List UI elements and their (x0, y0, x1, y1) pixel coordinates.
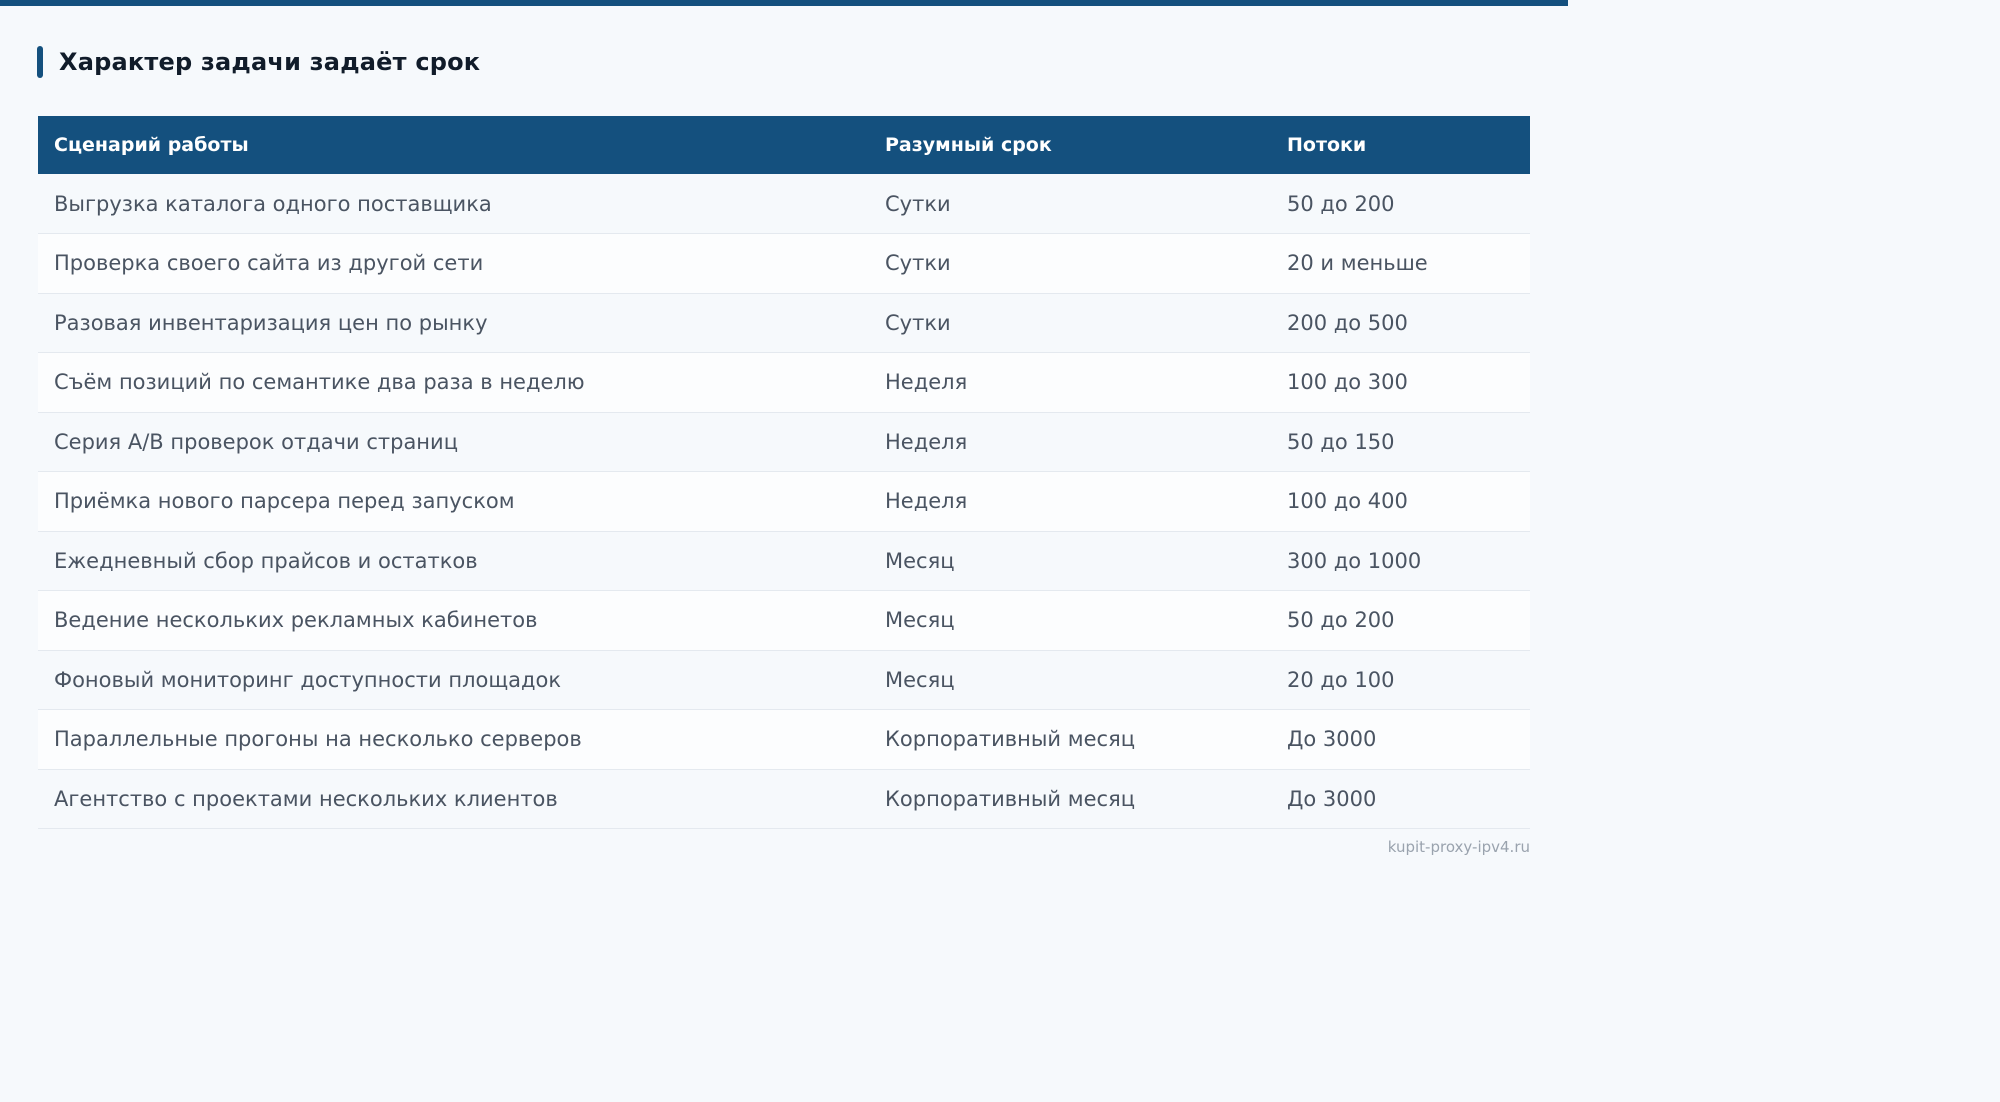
table-row: Ведение нескольких рекламных кабинетов М… (38, 591, 1530, 651)
cell-scenario: Серия A/B проверок отдачи страниц (54, 429, 458, 454)
table-row: Ежедневный сбор прайсов и остатков Месяц… (38, 531, 1530, 591)
cell-threads: 200 до 500 (1287, 310, 1408, 335)
cell-threads: 50 до 200 (1287, 191, 1395, 216)
cell-scenario: Фоновый мониторинг доступности площадок (54, 667, 562, 692)
cell-threads: До 3000 (1287, 786, 1377, 811)
cell-threads: 100 до 400 (1287, 489, 1408, 514)
cell-term: Неделя (885, 429, 968, 454)
header-scenario: Сценарий работы (54, 134, 249, 156)
cell-term: Месяц (885, 608, 955, 633)
table-row: Параллельные прогоны на несколько сервер… (38, 710, 1530, 770)
table-row: Проверка своего сайта из другой сети Сут… (38, 234, 1530, 294)
page-title: Характер задачи задаёт срок (59, 48, 481, 76)
cell-term: Корпоративный месяц (885, 727, 1135, 752)
table-row: Приёмка нового парсера перед запуском Не… (38, 472, 1530, 532)
cell-scenario: Ведение нескольких рекламных кабинетов (54, 608, 538, 633)
top-accent-bar (0, 0, 1568, 6)
cell-scenario: Параллельные прогоны на несколько сервер… (54, 727, 582, 752)
cell-scenario: Ежедневный сбор прайсов и остатков (54, 548, 478, 573)
table-row: Фоновый мониторинг доступности площадок … (38, 650, 1530, 710)
section-heading: Характер задачи задаёт срок (37, 46, 480, 78)
cell-term: Сутки (885, 191, 951, 216)
cell-threads: 100 до 300 (1287, 370, 1408, 395)
cell-term: Сутки (885, 310, 951, 335)
cell-threads: 50 до 200 (1287, 608, 1395, 633)
cell-scenario: Агентство с проектами нескольких клиенто… (54, 786, 558, 811)
cell-term: Месяц (885, 667, 955, 692)
cell-scenario: Приёмка нового парсера перед запуском (54, 489, 515, 514)
cell-threads: 50 до 150 (1287, 429, 1395, 454)
cell-scenario: Съём позиций по семантике два раза в нед… (54, 370, 585, 395)
table-body: Выгрузка каталога одного поставщика Сутк… (38, 174, 1530, 829)
table-header: Сценарий работы Разумный срок Потоки (38, 116, 1530, 174)
header-threads: Потоки (1287, 134, 1367, 156)
cell-threads: До 3000 (1287, 727, 1377, 752)
scenario-table: Сценарий работы Разумный срок Потоки Выг… (38, 116, 1530, 829)
cell-scenario: Выгрузка каталога одного поставщика (54, 191, 492, 216)
cell-term: Месяц (885, 548, 955, 573)
cell-threads: 300 до 1000 (1287, 548, 1422, 573)
table-row: Съём позиций по семантике два раза в нед… (38, 353, 1530, 413)
header-term: Разумный срок (885, 134, 1052, 156)
cell-threads: 20 и меньше (1287, 251, 1428, 276)
table-row: Агентство с проектами нескольких клиенто… (38, 769, 1530, 829)
cell-term: Сутки (885, 251, 951, 276)
heading-accent-bar (37, 46, 43, 78)
cell-scenario: Разовая инвентаризация цен по рынку (54, 310, 488, 335)
cell-threads: 20 до 100 (1287, 667, 1395, 692)
cell-scenario: Проверка своего сайта из другой сети (54, 251, 484, 276)
cell-term: Неделя (885, 489, 968, 514)
table-row: Выгрузка каталога одного поставщика Сутк… (38, 174, 1530, 234)
table-row: Разовая инвентаризация цен по рынку Сутк… (38, 293, 1530, 353)
cell-term: Корпоративный месяц (885, 786, 1135, 811)
site-watermark: kupit-proxy-ipv4.ru (1387, 838, 1530, 856)
cell-term: Неделя (885, 370, 968, 395)
table-row: Серия A/B проверок отдачи страниц Неделя… (38, 412, 1530, 472)
